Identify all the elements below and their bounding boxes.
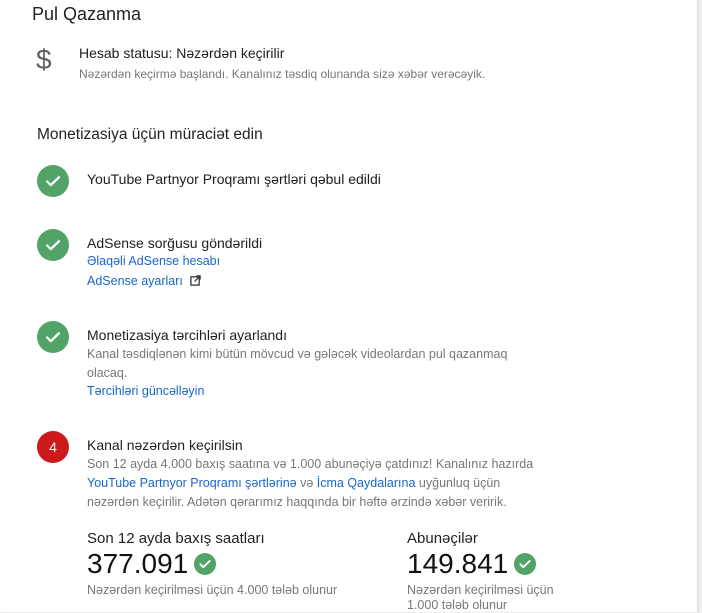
account-status-subtitle: Nəzərdən keçirmə başlandı. Kanalınız təs… [79,67,486,81]
watch-hours-note: Nəzərdən keçirilməsi üçün 4.000 tələb ol… [87,583,338,597]
adsense-settings-label: AdSense ayarları [87,274,183,288]
step-4-desc-c: uyğunluq üçün [415,476,501,490]
watch-hours-value: 377.091 [87,548,189,579]
subscribers-value: 149.841 [407,548,509,579]
step-4-desc-a: Son 12 ayda 4.000 baxış saatına və 1.000… [87,457,534,471]
step-1-title: YouTube Partnyor Proqramı şərtləri qəbul… [87,171,381,187]
step-3-desc-line1: Kanal təsdiqlənən kimi bütün mövcud və g… [87,347,508,361]
page-title: Pul Qazanma [32,4,142,24]
ypp-terms-link[interactable]: YouTube Partnyor Proqramı şərtlərinə [87,476,297,490]
subscribers-note-line2: 1.000 tələb olunur [407,598,508,612]
subscribers-note-line1: Nəzərdən keçirilməsi üçün [407,583,554,597]
dollar-icon: $ [36,44,52,75]
subscribers-note: Nəzərdən keçirilməsi üçün 1.000 tələb ol… [407,583,554,613]
update-preferences-link[interactable]: Tərcihləri güncəlləyin [87,384,204,398]
adsense-settings-link[interactable]: AdSense ayarları [87,274,202,288]
subscribers-value-row: 149.841 [407,548,537,580]
step-4-desc-d: nəzərdən keçirilir. Adətən qərarımız haq… [87,495,507,509]
watch-hours-label: Son 12 ayda baxış saatları [87,530,265,547]
check-icon [514,553,537,575]
monetization-card: Pul Qazanma $ Hesab statusu: Nəzərdən ke… [0,0,698,612]
step-2-title: AdSense sorğusu göndərildi [87,235,263,251]
step-3-desc-line2: olacaq. [87,366,128,380]
check-icon [37,229,69,261]
check-icon [194,553,217,575]
step-4-title: Kanal nəzərdən keçirilsin [87,437,243,453]
step-4-number-badge: 4 [37,431,69,463]
step-3-description: Kanal təsdiqlənən kimi bütün mövcud və g… [87,345,547,383]
step-4-desc-b: və [296,476,317,490]
section-title: Monetizasiya üçün müraciət edin [37,126,263,143]
community-guidelines-link[interactable]: İcma Qaydalarına [317,476,416,490]
linked-adsense-account-link[interactable]: Əlaqəli AdSense hesabı [87,254,220,268]
step-4-description: Son 12 ayda 4.000 baxış saatına və 1.000… [87,455,547,512]
account-status-title: Hesab statusu: Nəzərdən keçirilir [79,45,285,61]
step-3-title: Monetizasiya tərcihləri ayarlandı [87,327,287,343]
check-icon [37,321,69,353]
external-link-icon [190,275,202,286]
watch-hours-value-row: 377.091 [87,548,217,580]
check-icon [37,165,69,197]
subscribers-label: Abunəçilər [407,530,478,547]
